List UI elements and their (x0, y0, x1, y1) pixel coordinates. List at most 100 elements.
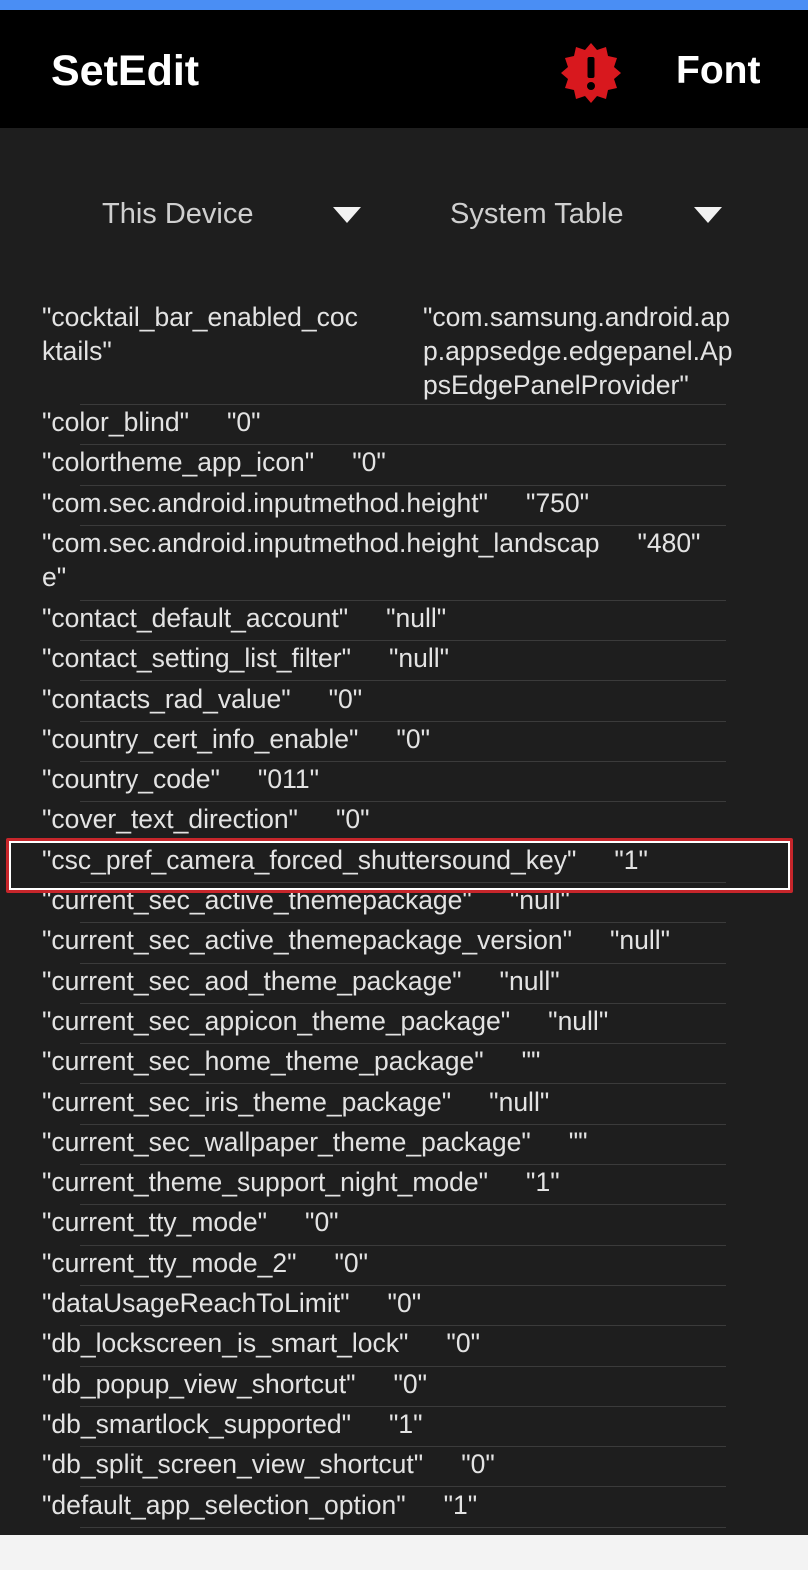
setting-value: "null" (500, 964, 560, 998)
setting-key-line: "db_split_screen_view_shortcut" (42, 1449, 424, 1480)
setting-value: "null" (386, 601, 446, 635)
setting-value: "0" (227, 405, 261, 439)
setting-row[interactable]: "current_sec_aod_theme_package" "null" (0, 964, 808, 1004)
setting-row[interactable]: "dataUsageReachToLimit" "0" (0, 1286, 808, 1327)
setting-value: "1" (444, 1488, 478, 1522)
setting-value-line: "0" (226, 407, 261, 437)
setting-value-line: "null" (489, 1086, 550, 1117)
setting-row[interactable]: "com.sec.android.inputmethod.height_land… (0, 526, 808, 601)
table-spinner[interactable]: System Table (448, 192, 738, 238)
setting-value: "0" (393, 1367, 427, 1401)
setting-row[interactable]: "current_sec_iris_theme_package" "null" (0, 1085, 808, 1125)
setting-value: "" (569, 1125, 588, 1159)
setting-value-line: "480" (637, 527, 701, 558)
setting-value-line: "011" (257, 764, 319, 795)
app-toolbar: SetEdit Font (0, 10, 808, 128)
setting-key: "db_popup_view_shortcut" (42, 1367, 355, 1401)
setting-value-line: p.appsedge.edgepanel.Ap (423, 336, 733, 366)
setting-key-line: "default_app_selection_option" (42, 1489, 406, 1520)
setting-row[interactable]: "com.sec.android.inputmethod.height" "750… (0, 486, 808, 526)
setting-key: "default_app_selection_option" (42, 1488, 406, 1522)
setting-key: "contact_default_account" (42, 601, 348, 635)
setting-key-line: "dataUsageReachToLimit" (42, 1288, 350, 1318)
setting-key-line: "com.sec.android.inputmethod.height_land… (42, 527, 600, 558)
setting-row[interactable]: "cocktail_bar_enabled_coc ktails" "com.sam… (0, 300, 808, 405)
setting-value: "0" (305, 1205, 339, 1239)
setting-row[interactable]: "default_app_selection_option" "1" (0, 1488, 808, 1528)
setting-row[interactable]: "db_split_screen_view_shortcut" "0" (0, 1447, 808, 1488)
setting-row[interactable]: "contacts_rad_value" "0" (0, 682, 808, 722)
setting-key: "contact_setting_list_filter" (42, 641, 351, 675)
setting-key: "db_lockscreen_is_smart_lock" (42, 1326, 408, 1360)
setting-key-line: "db_smartlock_supported" (42, 1408, 352, 1439)
setting-key: "dataUsageReachToLimit" (42, 1286, 350, 1320)
setting-key: "current_sec_home_theme_package" (42, 1044, 484, 1078)
setting-key-line: ktails" (42, 336, 112, 366)
selected-row-highlight (6, 838, 793, 893)
setting-row[interactable]: "current_sec_active_themepackage_version… (0, 923, 808, 964)
setting-key-line: "com.sec.android.inputmethod.height" (42, 487, 489, 518)
setting-value-line: "1" (526, 1167, 560, 1198)
navigation-bar (0, 1535, 808, 1570)
setting-key-line: "db_popup_view_shortcut" (42, 1368, 356, 1399)
setting-key-line: "cover_text_direction" (42, 804, 298, 835)
setting-value-line: "0" (396, 723, 430, 754)
setting-key-line: "country_code" (42, 764, 220, 795)
font-button[interactable]: Font (676, 46, 760, 96)
setting-key-line: "db_lockscreen_is_smart_lock" (42, 1328, 409, 1359)
setting-row[interactable]: "country_cert_info_enable" "0" (0, 722, 808, 763)
setting-value-line: "" (521, 1046, 541, 1077)
setting-value-line: "0" (387, 1288, 422, 1318)
setting-row[interactable]: "current_tty_mode_2" "0" (0, 1246, 808, 1286)
setting-value: "null" (548, 1004, 608, 1038)
setting-value: "null" (489, 1085, 549, 1119)
setting-row[interactable]: "db_popup_view_shortcut" "0" (0, 1367, 808, 1407)
setting-key: "colortheme_app_icon" (42, 445, 314, 479)
setting-key-line: "contacts_rad_value" (42, 683, 291, 714)
setting-value-line: "0" (305, 1207, 339, 1238)
table-spinner-label: System Table (450, 198, 624, 230)
setting-value-line: "null" (548, 1005, 609, 1036)
setting-key: "color_blind" (42, 405, 189, 439)
setting-value-line: "0" (393, 1368, 428, 1399)
setting-key: "current_tty_mode_2" (42, 1246, 297, 1280)
setting-value-line: "0" (461, 1449, 495, 1480)
setting-key: "current_theme_support_night_mode" (42, 1165, 488, 1199)
setting-value: "480" (637, 526, 700, 560)
setting-key: "com.sec.android.inputmethod.height_land… (42, 526, 599, 594)
setting-key-line: "current_tty_mode_2" (42, 1247, 297, 1278)
setting-value-line: "1" (389, 1408, 423, 1439)
setting-key-line: "current_sec_wallpaper_theme_package" (42, 1126, 531, 1157)
setting-row[interactable]: "contact_setting_list_filter" "null" (0, 641, 808, 682)
setting-value: "0" (336, 802, 370, 836)
setting-key-line: "current_sec_iris_theme_package" (42, 1086, 452, 1117)
setting-value-line: "null" (499, 965, 560, 996)
alert-badge-icon[interactable] (560, 42, 622, 104)
setting-value-line: "null" (609, 925, 671, 956)
setting-row[interactable]: "current_sec_wallpaper_theme_package" "" (0, 1125, 808, 1166)
setting-key: "current_sec_appicon_theme_package" (42, 1004, 510, 1038)
setting-key: "country_cert_info_enable" (42, 722, 358, 756)
setting-value: "0" (388, 1286, 422, 1320)
setting-key-line: "cocktail_bar_enabled_coc (42, 302, 358, 332)
setting-row[interactable]: "current_sec_appicon_theme_package" "null… (0, 1004, 808, 1045)
setting-row[interactable]: "current_theme_support_night_mode" "1" (0, 1165, 808, 1206)
setting-row[interactable]: "country_code" "011" (0, 762, 808, 803)
row-divider (80, 1526, 726, 1528)
setting-value: "1" (389, 1407, 423, 1441)
setting-row[interactable]: "cover_text_direction" "0" (0, 802, 808, 843)
setting-row[interactable]: "db_lockscreen_is_smart_lock" "0" (0, 1326, 808, 1367)
setting-value-line: "0" (446, 1328, 480, 1359)
setting-row[interactable]: "colortheme_app_icon" "0" (0, 445, 808, 486)
setting-value-line: "" (568, 1126, 588, 1157)
setting-row[interactable]: "current_sec_home_theme_package" "" (0, 1044, 808, 1085)
setting-row[interactable]: "color_blind" "0" (0, 405, 808, 446)
setting-key-line: "contact_default_account" (42, 602, 349, 633)
setting-row[interactable]: "db_smartlock_supported" "1" (0, 1407, 808, 1448)
setting-key-line: "color_blind" (42, 407, 189, 437)
setting-row[interactable]: "contact_default_account" "null" (0, 601, 808, 642)
setting-value-line: "0" (328, 683, 363, 714)
device-spinner[interactable]: This Device (100, 192, 370, 238)
status-bar-strip (0, 0, 808, 10)
setting-row[interactable]: "current_tty_mode" "0" (0, 1205, 808, 1246)
